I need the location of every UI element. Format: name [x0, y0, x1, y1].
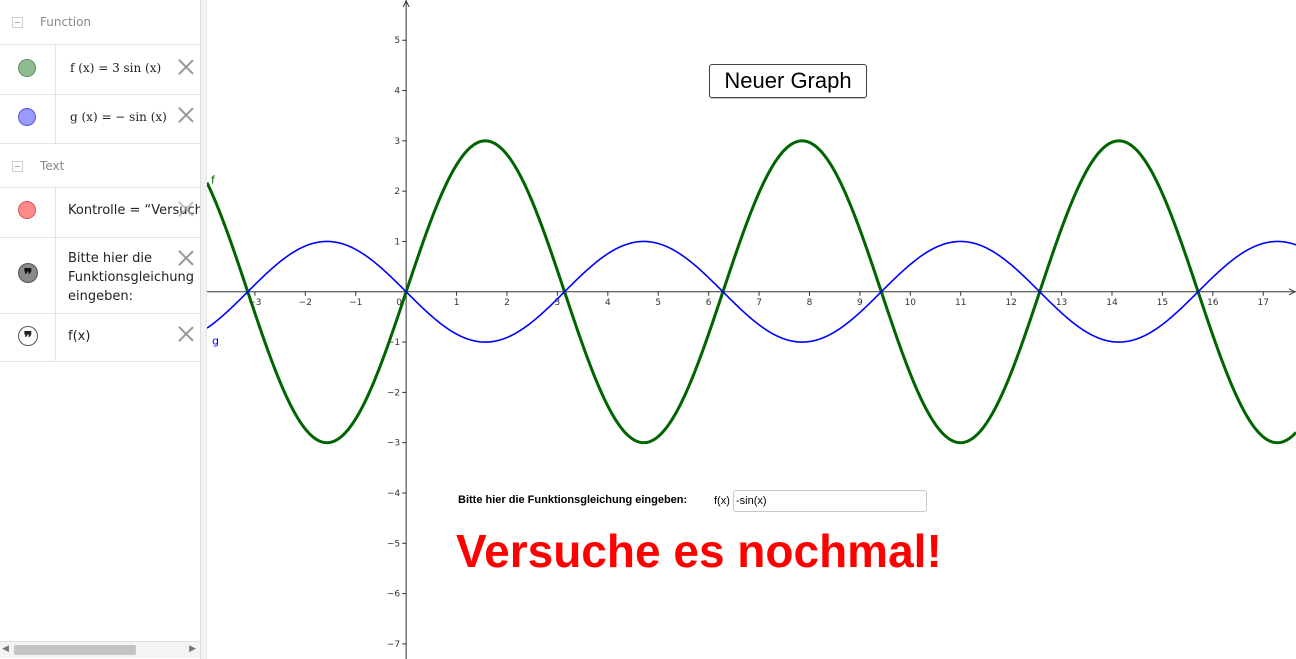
scroll-left-icon[interactable]: ◀ — [2, 644, 9, 654]
section-header-function[interactable]: Function — [0, 0, 200, 44]
section-title: Function — [40, 15, 92, 29]
x-tick-label: 6 — [706, 298, 712, 308]
function-input[interactable] — [733, 490, 927, 512]
delete-icon[interactable] — [178, 201, 194, 217]
x-tick-label: 9 — [857, 298, 863, 308]
x-tick-label: 1 — [454, 298, 460, 308]
function-f-definition[interactable]: f (x) = 3 sin (x) — [70, 61, 161, 75]
text-line[interactable]: Funktionsgleichung — [68, 270, 194, 285]
x-tick-label: 14 — [1106, 298, 1118, 308]
y-tick-label: 5 — [394, 36, 400, 46]
visibility-toggle-icon[interactable] — [18, 59, 36, 77]
x-tick-label: 16 — [1207, 298, 1219, 308]
collapse-toggle-icon[interactable] — [12, 17, 23, 28]
section-title: Text — [40, 159, 65, 173]
y-tick-label: −5 — [387, 539, 400, 549]
x-tick-label: 17 — [1258, 298, 1269, 308]
marble-cell — [0, 188, 56, 237]
delete-icon[interactable] — [178, 326, 194, 342]
view-divider[interactable] — [200, 0, 207, 659]
y-tick-label: −3 — [387, 439, 400, 449]
visibility-toggle-icon[interactable] — [18, 201, 36, 219]
y-tick-label: 2 — [394, 187, 400, 197]
x-tick-label: −2 — [299, 298, 312, 308]
scroll-right-icon[interactable]: ▶ — [189, 644, 196, 654]
quote-icon[interactable]: ❞ — [18, 326, 38, 347]
x-tick-label: 12 — [1005, 298, 1016, 308]
x-tick-label: 7 — [756, 298, 762, 308]
collapse-toggle-icon[interactable] — [12, 161, 23, 172]
x-tick-label: 11 — [955, 298, 966, 308]
algebra-view: Function f (x) = 3 sin (x) g (x) = − sin… — [0, 0, 200, 659]
x-tick-label: −1 — [349, 298, 362, 308]
prompt-label: Bitte hier die Funktionsgleichung eingeb… — [458, 494, 688, 506]
marble-cell: ❞ — [0, 314, 56, 361]
feedback-text: Versuche es nochmal! — [456, 525, 942, 577]
marble-cell — [0, 95, 56, 143]
marble-cell — [0, 45, 56, 94]
y-tick-label: 3 — [394, 137, 400, 147]
x-tick-label: 5 — [655, 298, 661, 308]
curve-label-f: f — [211, 174, 216, 187]
marble-cell: ❞ — [0, 238, 56, 313]
input-label: f(x) — [714, 495, 730, 507]
function-g-definition[interactable]: g (x) = − sin (x) — [70, 110, 167, 124]
text-line[interactable]: eingeben: — [68, 289, 133, 304]
graphics-view[interactable]: −3 −2 −1 0 1 2 3 4 5 6 7 8 9 10 11 12 13 14 15 16 17 −7 −6 −5 −4… — [207, 0, 1296, 659]
y-tick-label: 1 — [394, 237, 400, 247]
delete-icon[interactable] — [178, 59, 194, 75]
algebra-item-g[interactable]: g (x) = − sin (x) — [0, 94, 200, 143]
text-fx[interactable]: f(x) — [68, 329, 90, 344]
new-graph-button[interactable]: Neuer Graph — [709, 64, 867, 98]
algebra-item-prompt-text[interactable]: ❞ Bitte hier die Funktionsgleichung eing… — [0, 237, 200, 313]
delete-icon[interactable] — [178, 107, 194, 123]
algebra-item-fx-text[interactable]: ❞ f(x) — [0, 313, 200, 362]
horizontal-scrollbar[interactable]: ◀ ▶ — [0, 641, 200, 658]
delete-icon[interactable] — [178, 250, 194, 266]
x-tick-label: 10 — [905, 298, 917, 308]
text-line[interactable]: Bitte hier die — [68, 251, 152, 266]
algebra-item-kontrolle[interactable]: Kontrolle = “Versuche — [0, 187, 200, 237]
section-header-text[interactable]: Text — [0, 143, 200, 187]
x-tick-label: 4 — [605, 298, 611, 308]
visibility-toggle-icon[interactable] — [18, 108, 36, 126]
quote-icon[interactable]: ❞ — [18, 263, 38, 284]
x-tick-label: 13 — [1056, 298, 1067, 308]
y-tick-label: −4 — [387, 489, 401, 499]
y-tick-label: −7 — [387, 640, 400, 650]
curve-label-g: g — [212, 335, 219, 348]
y-tick-label: −2 — [387, 388, 400, 398]
x-tick-label: 2 — [504, 298, 510, 308]
scrollbar-thumb[interactable] — [14, 645, 136, 655]
x-tick-label: 15 — [1157, 298, 1168, 308]
x-tick-label: 8 — [807, 298, 813, 308]
algebra-item-f[interactable]: f (x) = 3 sin (x) — [0, 44, 200, 94]
y-tick-label: 4 — [394, 87, 400, 97]
y-tick-label: −6 — [387, 590, 401, 600]
